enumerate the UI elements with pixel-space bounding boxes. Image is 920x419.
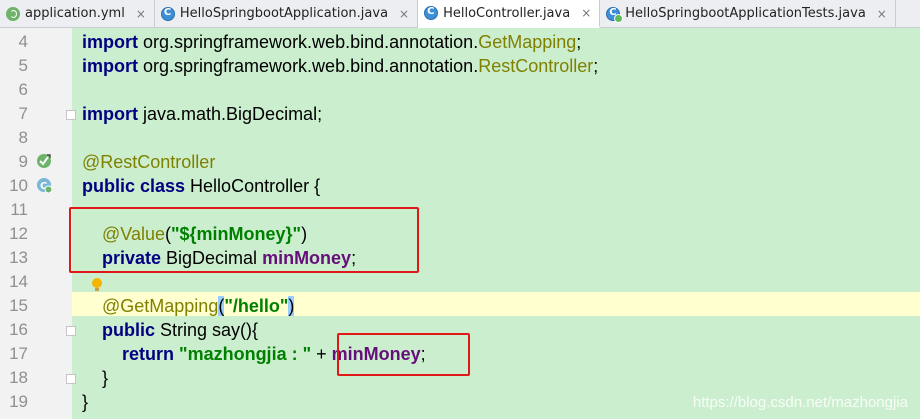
line-number: 11: [10, 200, 28, 219]
line-number: 17: [9, 344, 28, 363]
spring-bean-icon[interactable]: [36, 153, 52, 169]
code-line-16: public String say(){: [102, 318, 258, 342]
line-number: 12: [9, 224, 28, 243]
line-number: 19: [9, 392, 28, 411]
keyword: import: [82, 32, 138, 52]
code-line-7: import java.math.BigDecimal;: [82, 102, 322, 126]
editor-tab-bar: application.yml × HelloSpringbootApplica…: [0, 0, 920, 28]
tab-label: HelloSpringbootApplicationTests.java: [625, 6, 866, 21]
line-number: 18: [9, 368, 28, 387]
line-number: 6: [18, 80, 28, 99]
java-class-icon: [160, 6, 175, 21]
code-line-15: @GetMapping("/hello"): [102, 294, 295, 318]
line-number: 10: [9, 176, 28, 195]
closing-brace: }: [82, 392, 89, 412]
java-test-class-icon: [606, 6, 624, 23]
line-number: 9: [18, 152, 28, 171]
code-line-4: import org.springframework.web.bind.anno…: [82, 30, 581, 54]
matched-paren: ): [288, 296, 295, 316]
tab-label: HelloSpringbootApplication.java: [179, 6, 389, 21]
spring-bean-class-icon[interactable]: C: [36, 177, 52, 193]
code-line-19: }: [82, 390, 88, 414]
imported-class: GetMapping: [478, 32, 577, 52]
string-literal: "/hello": [224, 296, 289, 316]
package-path: org.springframework.web.bind.annotation.: [138, 56, 479, 76]
line-number: 8: [18, 128, 28, 147]
plus-operator: +: [311, 344, 332, 364]
tab-label: application.yml: [25, 6, 125, 21]
highlight-box-value-field: [69, 207, 419, 273]
keyword: public class: [82, 176, 186, 196]
imported-class: RestController: [478, 56, 594, 76]
yaml-file-icon: [6, 6, 20, 21]
annotation: @GetMapping: [102, 296, 219, 316]
semicolon: ;: [576, 32, 582, 52]
java-class-icon: [424, 6, 439, 20]
line-number: 16: [9, 320, 28, 339]
tab-application-yml[interactable]: application.yml ×: [0, 0, 155, 27]
import-path: java.math.BigDecimal;: [138, 104, 323, 124]
method-signature: String say(){: [155, 320, 259, 340]
line-number: 14: [9, 272, 28, 291]
line-number: 5: [18, 56, 28, 75]
close-icon[interactable]: ×: [136, 8, 146, 20]
close-icon[interactable]: ×: [581, 7, 591, 19]
tab-hellocontroller-java[interactable]: HelloController.java ×: [418, 0, 601, 28]
tab-hellospringbootapplication-java[interactable]: HelloSpringbootApplication.java ×: [155, 0, 419, 27]
package-path: org.springframework.web.bind.annotation.: [138, 32, 479, 52]
string-literal: "mazhongjia : ": [179, 344, 312, 364]
class-declaration: HelloController {: [185, 176, 321, 196]
line-number: 15: [9, 296, 28, 315]
code-line-5: import org.springframework.web.bind.anno…: [82, 54, 598, 78]
code-line-9: @RestController: [82, 150, 215, 174]
close-icon[interactable]: ×: [877, 8, 887, 20]
closing-brace: }: [102, 368, 109, 388]
line-number: 13: [9, 248, 28, 267]
line-number: 4: [18, 32, 28, 51]
line-number: 7: [18, 104, 28, 123]
keyword: import: [82, 56, 138, 76]
tab-label: HelloController.java: [443, 5, 571, 21]
keyword: return: [122, 344, 175, 364]
semicolon: ;: [593, 56, 599, 76]
tab-hellospringbootapplicationtests-java[interactable]: HelloSpringbootApplicationTests.java ×: [600, 0, 896, 27]
close-icon[interactable]: ×: [399, 8, 409, 20]
keyword: public: [102, 320, 155, 340]
code-line-18: }: [102, 366, 108, 390]
editor-gutter[interactable]: 4 5 6 7 8 9 10 11 12 13 14 15 16 17 18 1…: [0, 28, 72, 419]
keyword: import: [82, 104, 138, 124]
annotation: @RestController: [82, 152, 216, 172]
watermark: https://blog.csdn.net/mazhongjia: [692, 394, 908, 411]
highlight-box-minmoney-usage: [337, 333, 470, 376]
code-line-10: public class HelloController {: [82, 174, 320, 198]
